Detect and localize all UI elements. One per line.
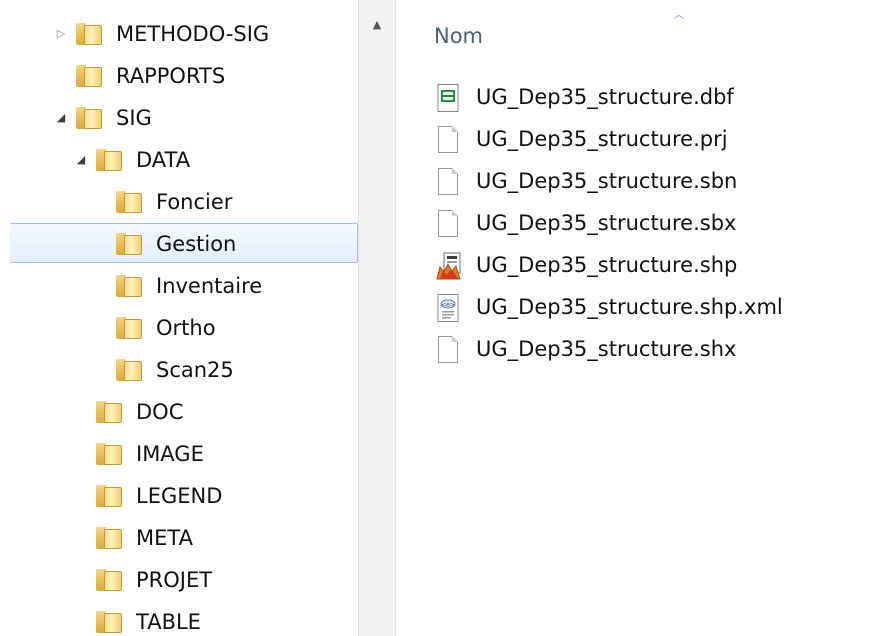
tree-item-label: DATA [136, 148, 191, 172]
folder-icon [116, 359, 142, 381]
tree-item-methodo-sig[interactable]: ▷ METHODO-SIG [10, 14, 358, 54]
tree-item-data[interactable]: ◢ DATA [10, 140, 358, 180]
tree-item-doc[interactable]: DOC [10, 392, 358, 432]
file-name: UG_Dep35_structure.dbf [476, 85, 734, 109]
blank-file-icon [436, 336, 460, 364]
blank-file-icon [436, 126, 460, 154]
tree-item-label: RAPPORTS [116, 64, 226, 88]
tree-item-ortho[interactable]: Ortho [10, 308, 358, 348]
file-item[interactable]: UG_Dep35_structure.sbx [436, 202, 876, 244]
tree-item-label: DOC [136, 400, 184, 424]
tree-item-image[interactable]: IMAGE [10, 434, 358, 474]
file-item[interactable]: UG_Dep35_structure.prj [436, 118, 876, 160]
dbf-file-icon [436, 84, 460, 112]
tree-item-inventaire[interactable]: Inventaire [10, 266, 358, 306]
svg-text:<e>: <e> [441, 302, 455, 309]
tree-item-label: META [136, 526, 193, 550]
file-item[interactable]: UG_Dep35_structure.dbf [436, 76, 876, 118]
tree-item-label: TABLE [136, 610, 201, 634]
tree-item-legend[interactable]: LEGEND [10, 476, 358, 516]
tree-item-label: SIG [116, 106, 152, 130]
folder-icon [76, 65, 102, 87]
tree-item-meta[interactable]: META [10, 518, 358, 558]
file-item[interactable]: UG_Dep35_structure.shx [436, 328, 876, 370]
folder-icon [96, 149, 122, 171]
folder-icon [96, 401, 122, 423]
navigation-pane: ▷ METHODO-SIG RAPPORTS ◢ SIG ◢ DATA Fonc… [0, 0, 358, 636]
folder-icon [96, 527, 122, 549]
expand-arrow-icon[interactable]: ▷ [54, 14, 68, 54]
folder-icon [96, 569, 122, 591]
tree-item-projet[interactable]: PROJET [10, 560, 358, 600]
tree-item-label: Gestion [156, 232, 237, 256]
tree-item-label: Scan25 [156, 358, 234, 382]
file-name: UG_Dep35_structure.shp.xml [476, 295, 783, 319]
file-name: UG_Dep35_structure.sbx [476, 211, 737, 235]
collapse-arrow-icon[interactable]: ◢ [54, 98, 68, 138]
tree-item-label: METHODO-SIG [116, 22, 270, 46]
file-name: UG_Dep35_structure.sbn [476, 169, 738, 193]
tree-item-label: PROJET [136, 568, 213, 592]
file-item[interactable]: UG_Dep35_structure.shp [436, 244, 876, 286]
folder-icon [96, 611, 122, 633]
tree-item-label: Ortho [156, 316, 216, 340]
tree-item-label: Foncier [156, 190, 233, 214]
shapefile-icon [436, 252, 461, 280]
folder-icon [96, 443, 122, 465]
tree-item-label: IMAGE [136, 442, 204, 466]
file-list-pane: ︿ Nom UG_Dep35_structure.dbf UG_Dep35_st… [396, 0, 892, 636]
tree-item-sig[interactable]: ◢ SIG [10, 98, 358, 138]
collapse-arrow-icon[interactable]: ◢ [74, 140, 88, 180]
sort-ascending-icon: ︿ [674, 10, 684, 21]
file-name: UG_Dep35_structure.shx [476, 337, 737, 361]
file-item[interactable]: <e> UG_Dep35_structure.shp.xml [436, 286, 876, 328]
tree-item-scan25[interactable]: Scan25 [10, 350, 358, 390]
folder-icon [96, 485, 122, 507]
tree-item-rapports[interactable]: RAPPORTS [10, 56, 358, 96]
folder-icon [116, 275, 142, 297]
folder-icon [116, 191, 142, 213]
file-name: UG_Dep35_structure.shp [476, 253, 738, 277]
folder-icon [76, 23, 102, 45]
tree-item-gestion[interactable]: Gestion [10, 223, 358, 263]
tree-item-label: Inventaire [156, 274, 263, 298]
blank-file-icon [436, 210, 460, 238]
folder-icon [116, 317, 142, 339]
blank-file-icon [436, 168, 460, 196]
tree-item-table[interactable]: TABLE [10, 602, 358, 636]
tree-item-label: LEGEND [136, 484, 223, 508]
folder-icon [116, 233, 142, 255]
folder-icon [76, 107, 102, 129]
column-header-label: Nom [434, 24, 484, 48]
file-name: UG_Dep35_structure.prj [476, 127, 728, 151]
file-item[interactable]: UG_Dep35_structure.sbn [436, 160, 876, 202]
tree-item-foncier[interactable]: Foncier [10, 182, 358, 222]
column-header-name[interactable]: ︿ Nom [396, 0, 892, 62]
scroll-up-arrow-icon[interactable]: ▲ [359, 18, 395, 31]
xml-file-icon: <e> [436, 294, 460, 322]
navigation-scrollbar[interactable]: ▲ [358, 0, 396, 636]
